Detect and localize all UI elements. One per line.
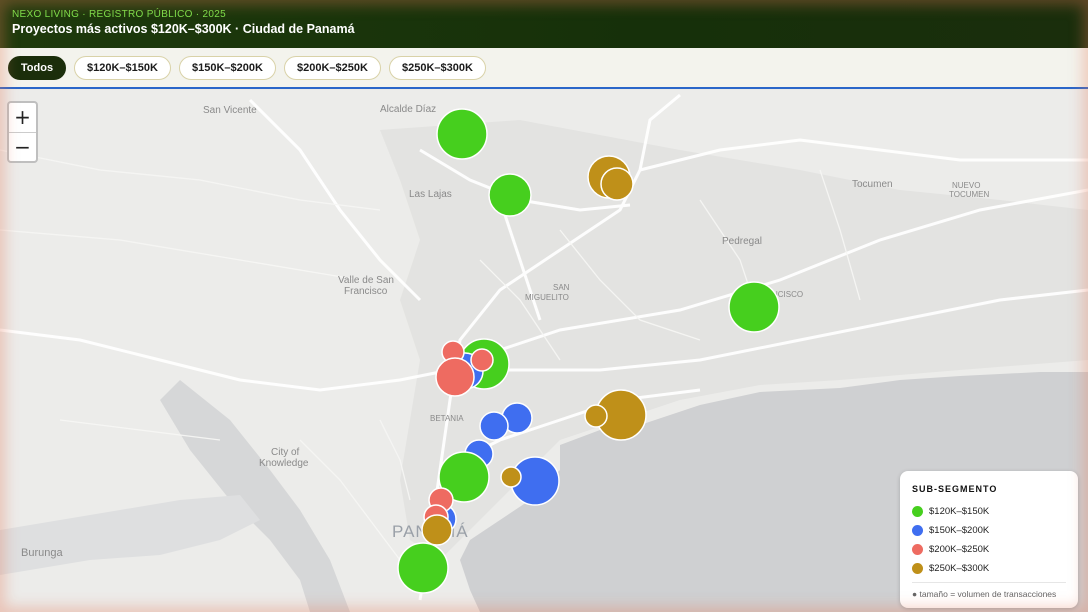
filter-120-150-button[interactable]: $120K–$150K [74,56,171,80]
label-valle-2: Francisco [344,286,388,297]
legend-item: $120K–$150K [912,502,1066,521]
label-city-1: City of [271,447,300,458]
legend-dot-icon [912,544,923,555]
label-nuevo: NUEVO [952,181,980,190]
page-title: Proyectos más activos $120K–$300K · Ciud… [12,22,355,36]
project-bubble[interactable] [728,281,780,333]
project-bubble[interactable] [584,404,608,428]
project-bubble[interactable] [600,167,634,201]
header-eyebrow: NEXO LIVING · REGISTRO PÚBLICO · 2025 [12,9,226,20]
project-bubble[interactable] [479,411,509,441]
project-bubble[interactable] [470,348,494,372]
legend-dot-icon [912,563,923,574]
filter-bar: Todos $120K–$150K $150K–$200K $200K–$250… [0,48,1088,89]
label-betania: BETANIA [430,414,464,423]
project-bubble[interactable] [397,542,449,594]
filter-todos-button[interactable]: Todos [8,56,66,80]
label-pedregal: Pedregal [722,236,762,247]
project-bubble[interactable] [435,357,475,397]
label-alcalde-diaz: Alcalde Díaz [380,104,436,115]
label-las-lajas: Las Lajas [409,189,452,200]
label-san-vicente: San Vicente [203,105,257,116]
label-nuevo-tocumen: TOCUMEN [949,190,990,199]
filter-200-250-button[interactable]: $200K–$250K [284,56,381,80]
legend-item-label: $250K–$300K [929,563,990,574]
legend-item: $200K–$250K [912,540,1066,559]
legend-item: $150K–$200K [912,521,1066,540]
legend-title: SUB-SEGMENTO [912,484,998,494]
project-bubble[interactable] [488,173,532,217]
legend-note: ● tamaño = volumen de transacciones [912,582,1066,599]
project-bubble[interactable] [500,466,522,488]
project-bubble[interactable] [421,514,453,546]
filter-150-200-button[interactable]: $150K–$200K [179,56,276,80]
label-valle-1: Valle de San [338,275,394,286]
label-san: SAN [553,283,570,292]
zoom-control: + − [7,101,38,163]
legend-item-label: $200K–$250K [929,544,990,555]
label-city-2: Knowledge [259,458,309,469]
legend-item-label: $120K–$150K [929,506,990,517]
legend-dot-icon [912,525,923,536]
label-burunga: Burunga [21,547,63,559]
label-tocumen: Tocumen [852,179,893,190]
legend-panel: SUB-SEGMENTO $120K–$150K $150K–$200K $20… [900,471,1078,608]
legend-dot-icon [912,506,923,517]
zoom-out-button[interactable]: − [9,133,36,161]
legend-item: $250K–$300K [912,559,1066,578]
label-miguelito: MIGUELITO [525,293,569,302]
zoom-in-button[interactable]: + [9,103,36,133]
header-bar: NEXO LIVING · REGISTRO PÚBLICO · 2025 Pr… [0,0,1088,48]
filter-250-300-button[interactable]: $250K–$300K [389,56,486,80]
legend-item-label: $150K–$200K [929,525,990,536]
project-bubble[interactable] [436,108,488,160]
